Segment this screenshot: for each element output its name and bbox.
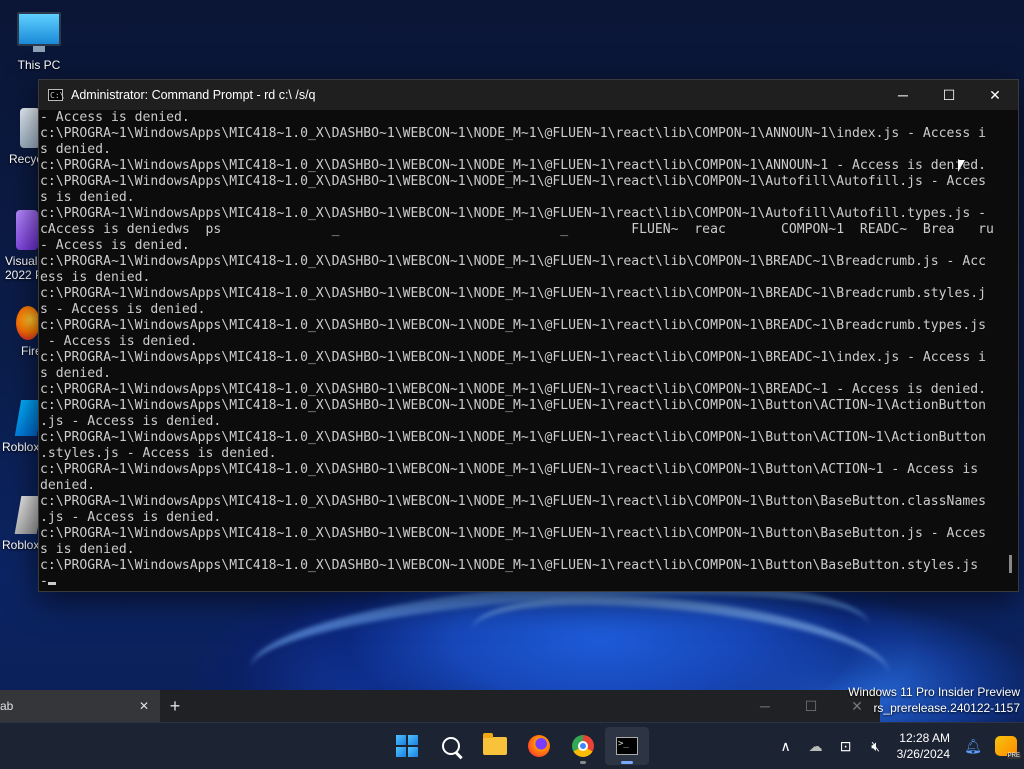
desktop-icon-roblox-studio[interactable]: Roblox <box>0 496 44 552</box>
search-icon <box>442 737 460 755</box>
browser-tab-label: ab <box>0 699 14 713</box>
console-scrollbar[interactable] <box>1009 555 1012 573</box>
start-button[interactable] <box>385 727 429 765</box>
console-line: - Access is denied. <box>40 334 198 349</box>
console-line: c:\PROGRA~1\WindowsApps\MIC418~1.0_X\DAS… <box>40 286 986 301</box>
console-line: c:\PROGRA~1\WindowsApps\MIC418~1.0_X\DAS… <box>40 526 986 541</box>
desktop-icon-this-pc[interactable]: This PC <box>7 12 71 72</box>
system-tray: ∧ ☁ ⊡ 🔇︎ 12:28 AM 3/26/2024 🔔︎ <box>771 723 1024 769</box>
text-cursor <box>47 582 56 585</box>
recycle-bin-icon <box>20 108 40 148</box>
console-line: c:\PROGRA~1\WindowsApps\MIC418~1.0_X\DAS… <box>40 558 979 573</box>
console-line: c:\PROGRA~1\WindowsApps\MIC418~1.0_X\DAS… <box>40 318 986 333</box>
console-line: c:\PROGRA~1\WindowsApps\MIC418~1.0_X\DAS… <box>40 174 986 189</box>
desktop-icon-firefox[interactable]: Fire <box>0 306 42 358</box>
console-line: c:\PROGRA~1\WindowsApps\MIC418~1.0_X\DAS… <box>40 462 979 477</box>
volume-muted-icon[interactable]: 🔇︎ <box>861 731 891 761</box>
firefox-button[interactable] <box>517 727 561 765</box>
chrome-button[interactable] <box>561 727 605 765</box>
desktop-icon-label: Recyc <box>9 152 43 166</box>
running-indicator <box>580 761 586 764</box>
desktop-icon-label: This PC <box>17 58 61 72</box>
close-button[interactable]: ✕ <box>972 80 1018 110</box>
console-line: c:\PROGRA~1\WindowsApps\MIC418~1.0_X\DAS… <box>40 398 986 413</box>
console-line: s - Access is denied. <box>40 302 206 317</box>
browser-tab[interactable]: ab ✕ <box>0 690 160 722</box>
console-line: .js - Access is denied. <box>40 510 222 525</box>
browser-minimize-button[interactable]: ─ <box>742 698 788 714</box>
console-output[interactable]: - Access is denied. c:\PROGRA~1\WindowsAp… <box>39 110 1000 591</box>
tab-close-icon[interactable]: ✕ <box>136 699 152 713</box>
console-line: c:\PROGRA~1\WindowsApps\MIC418~1.0_X\DAS… <box>40 126 986 141</box>
notification-bell-icon[interactable]: 🔔︎ <box>958 731 988 761</box>
desktop-icon-roblox[interactable]: Roblox <box>0 400 44 454</box>
watermark-edition: Windows 11 Pro Insider Preview <box>848 685 1020 699</box>
console-line: c:\PROGRA~1\WindowsApps\MIC418~1.0_X\DAS… <box>40 158 986 173</box>
console-line: s is denied. <box>40 542 135 557</box>
firefox-icon <box>528 735 550 757</box>
search-button[interactable] <box>429 727 473 765</box>
taskbar-apps: >_ <box>385 727 649 765</box>
desktop-icon-label: Fire <box>21 344 42 358</box>
monitor-icon <box>17 12 61 52</box>
desktop-icon-recycle-bin[interactable]: Recyc <box>0 108 43 166</box>
desktop-icon-label: Roblox <box>2 538 40 552</box>
command-prompt-window[interactable]: C:\ Administrator: Command Prompt - rd c… <box>38 79 1019 592</box>
firefox-icon <box>16 306 40 340</box>
copilot-button[interactable] <box>988 731 1024 761</box>
console-line: cAccess is deniedws ps _ _ FLUEN~ reac C… <box>40 222 1000 237</box>
console-line: ess is denied. <box>40 270 151 285</box>
console-line: .styles.js - Access is denied. <box>40 446 277 461</box>
console-line: c:\PROGRA~1\WindowsApps\MIC418~1.0_X\DAS… <box>40 430 986 445</box>
visual-studio-icon <box>16 210 38 250</box>
console-line: - Access is denied. <box>40 238 190 253</box>
console-line: s denied. <box>40 366 111 381</box>
clock[interactable]: 12:28 AM 3/26/2024 <box>891 730 958 762</box>
folder-icon <box>483 733 507 755</box>
window-titlebar[interactable]: C:\ Administrator: Command Prompt - rd c… <box>39 80 1018 110</box>
console-line: denied. <box>40 478 96 493</box>
console-line: c:\PROGRA~1\WindowsApps\MIC418~1.0_X\DAS… <box>40 254 986 269</box>
mouse-cursor-icon <box>958 160 965 172</box>
console-line: - Access is denied. <box>40 110 190 125</box>
taskbar: >_ ∧ ☁ ⊡ 🔇︎ 12:28 AM 3/26/2024 🔔︎ <box>0 722 1024 769</box>
chrome-icon <box>572 735 594 757</box>
command-prompt-button[interactable]: >_ <box>605 727 649 765</box>
console-line: c:\PROGRA~1\WindowsApps\MIC418~1.0_X\DAS… <box>40 494 986 509</box>
clock-date: 3/26/2024 <box>896 747 950 761</box>
maximize-button[interactable]: ☐ <box>926 80 972 110</box>
console-line: c:\PROGRA~1\WindowsApps\MIC418~1.0_X\DAS… <box>40 350 986 365</box>
windows-logo-icon <box>396 735 418 757</box>
console-line: .js - Access is denied. <box>40 414 222 429</box>
insider-watermark: Windows 11 Pro Insider Preview rs_prerel… <box>848 684 1020 716</box>
onedrive-icon[interactable]: ☁ <box>801 731 831 761</box>
clock-time: 12:28 AM <box>899 731 950 745</box>
console-line: c:\PROGRA~1\WindowsApps\MIC418~1.0_X\DAS… <box>40 382 986 397</box>
desktop-icon-label: Visual 2022 P <box>5 254 43 282</box>
browser-maximize-button[interactable]: ☐ <box>788 698 834 715</box>
command-prompt-icon: C:\ <box>48 89 65 101</box>
copilot-icon <box>995 736 1021 759</box>
window-title: Administrator: Command Prompt - rd c:\ /… <box>71 88 316 102</box>
active-indicator <box>621 761 633 764</box>
new-tab-button[interactable]: + <box>160 696 190 717</box>
console-line: - <box>40 574 1000 590</box>
console-line: s is denied. <box>40 190 135 205</box>
background-browser-window[interactable]: ab ✕ + ─ ☐ ✕ <box>0 690 880 722</box>
console-line: s denied. <box>40 142 111 157</box>
show-hidden-icons-chevron-icon[interactable]: ∧ <box>771 731 801 761</box>
minimize-button[interactable]: ─ <box>880 80 926 110</box>
command-prompt-icon: >_ <box>616 737 638 755</box>
watermark-build: rs_prerelease.240122-1157 <box>873 701 1020 715</box>
desktop-icon-label: Roblox <box>2 440 40 454</box>
network-icon[interactable]: ⊡ <box>831 731 861 761</box>
console-line: c:\PROGRA~1\WindowsApps\MIC418~1.0_X\DAS… <box>40 206 986 221</box>
desktop-icon-visual-studio[interactable]: Visual 2022 P <box>0 210 43 282</box>
file-explorer-button[interactable] <box>473 727 517 765</box>
